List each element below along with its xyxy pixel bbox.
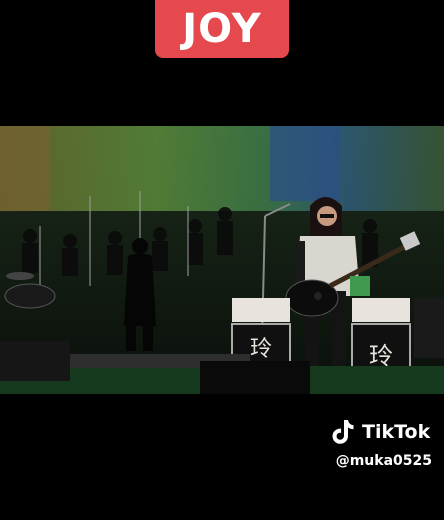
tiktok-note-icon: [332, 420, 354, 444]
stage-monitor: [200, 361, 310, 394]
concert-scene: 玲 玲: [0, 126, 444, 394]
title-badge: JOY: [155, 0, 289, 58]
title-text: JOY: [182, 6, 262, 52]
video-wall: [0, 126, 444, 211]
tiktok-watermark: TikTok: [330, 418, 430, 446]
creator-handle: @muka0525: [335, 453, 432, 469]
amp-glyph-right: 玲: [369, 342, 393, 370]
concert-video-frame[interactable]: 玲 玲: [0, 126, 444, 394]
tiktok-brand-label: TikTok: [362, 421, 431, 443]
amp-glyph-left: 玲: [250, 337, 272, 362]
